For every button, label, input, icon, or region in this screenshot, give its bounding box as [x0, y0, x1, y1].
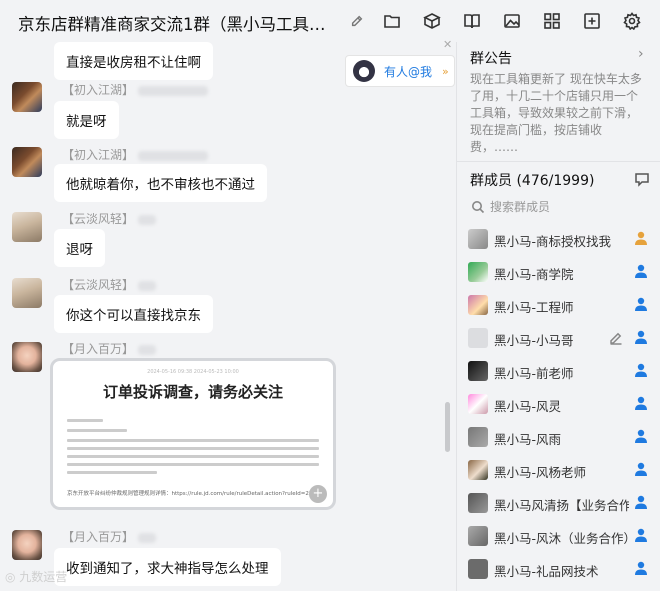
- image-message-card[interactable]: 2024-05-16 09:38 2024-05-23 10:00 订单投诉调查…: [50, 358, 336, 510]
- member-avatar: [468, 559, 488, 579]
- member-search-input[interactable]: [490, 197, 640, 217]
- close-icon[interactable]: ✕: [443, 38, 452, 51]
- edit-icon[interactable]: [346, 10, 368, 32]
- mention-label: 有人@我: [384, 64, 433, 79]
- text-line: [67, 455, 319, 458]
- member-avatar: [468, 262, 488, 282]
- card-meta: 2024-05-16 09:38 2024-05-23 10:00: [147, 369, 239, 375]
- member-row[interactable]: 黑小马-风雨: [457, 421, 660, 453]
- member-avatar: [468, 394, 488, 414]
- avatar[interactable]: [12, 342, 42, 372]
- member-avatar: [468, 328, 488, 348]
- user-role-icon: [633, 362, 649, 378]
- message-sender: 【云淡风轻】: [62, 210, 157, 227]
- message-sender: 【月入百万】: [62, 340, 157, 357]
- chat-title: 京东店群精准商家交流1群（黑小马工具…: [18, 15, 326, 34]
- book-icon[interactable]: [461, 10, 483, 32]
- member-name: 黑小马-商学院: [494, 267, 574, 282]
- image-icon[interactable]: [501, 10, 523, 32]
- user-role-icon: [633, 230, 649, 246]
- message-bubble[interactable]: 你这个可以直接找京东: [54, 295, 213, 333]
- apps-icon[interactable]: [541, 10, 563, 32]
- avatar[interactable]: [12, 278, 42, 308]
- message-bubble[interactable]: 就是呀: [54, 101, 119, 139]
- member-row[interactable]: 黑小马-风灵: [457, 388, 660, 420]
- member-name: 黑小马风清扬【业务合作: [494, 498, 629, 513]
- mention-alert[interactable]: 有人@我 »: [345, 55, 455, 87]
- box-icon[interactable]: [421, 10, 443, 32]
- card-link: 京东开放平台纠纷仲裁规则管理规则详情：https://rule.jd.com/r…: [67, 491, 320, 497]
- text-line: [67, 447, 319, 450]
- member-row[interactable]: 黑小马-工程师: [457, 289, 660, 321]
- user-role-icon: [633, 461, 649, 477]
- text-line: [67, 429, 127, 432]
- member-row[interactable]: 黑小马-礼品网技术: [457, 553, 660, 585]
- chat-scrollbar[interactable]: [445, 402, 450, 452]
- message-sender: 【月入百万】: [62, 528, 157, 545]
- member-row[interactable]: 黑小马-小马哥: [457, 322, 660, 354]
- watermark: ◎ 九数运营: [5, 570, 68, 584]
- message-bubble[interactable]: 他就晾着你，也不审核也不通过: [54, 164, 267, 202]
- text-line: [67, 439, 319, 442]
- edit-icon[interactable]: [609, 331, 623, 345]
- avatar[interactable]: [12, 82, 42, 112]
- user-role-icon: [633, 494, 649, 510]
- member-name: 黑小马-风灵: [494, 399, 562, 414]
- member-name: 黑小马-前老师: [494, 366, 574, 381]
- mention-face-icon: [353, 60, 375, 82]
- notice-text[interactable]: 现在工具箱更新了 现在快车太多了用，十几二十个店铺只用一个工具箱，导致效果较之前…: [470, 71, 648, 156]
- folder-icon[interactable]: [381, 10, 403, 32]
- members-title: 群成员 (476/1999): [470, 173, 595, 189]
- member-avatar: [468, 295, 488, 315]
- message-bubble[interactable]: 退呀: [54, 229, 105, 267]
- member-avatar: [468, 460, 488, 480]
- member-row[interactable]: 黑小马-前老师: [457, 355, 660, 387]
- section-divider: [457, 161, 660, 162]
- user-role-icon: [633, 296, 649, 312]
- member-avatar: [468, 229, 488, 249]
- text-line: [67, 471, 157, 474]
- zoom-in-icon[interactable]: +: [309, 485, 327, 503]
- member-row[interactable]: 黑小马-商学院: [457, 256, 660, 288]
- avatar[interactable]: [12, 147, 42, 177]
- add-square-icon[interactable]: [581, 10, 603, 32]
- user-role-icon: [633, 527, 649, 543]
- window-header: 京东店群精准商家交流1群（黑小马工具…: [0, 0, 660, 42]
- member-name: 黑小马-风沐（业务合作）: [494, 531, 629, 546]
- chat-bubble-icon[interactable]: [634, 171, 650, 187]
- user-role-icon: [633, 560, 649, 576]
- search-icon: [471, 200, 485, 214]
- member-name: 黑小马-风雨: [494, 432, 562, 447]
- avatar[interactable]: [12, 212, 42, 242]
- user-role-icon: [633, 395, 649, 411]
- user-role-icon: [633, 329, 649, 345]
- member-row[interactable]: 黑小马风清扬【业务合作: [457, 487, 660, 519]
- user-role-icon: [633, 263, 649, 279]
- settings-icon[interactable]: [621, 10, 643, 32]
- user-role-icon: [633, 428, 649, 444]
- member-row[interactable]: 黑小马-风沐（业务合作）: [457, 520, 660, 552]
- member-name: 黑小马-工程师: [494, 300, 574, 315]
- message-bubble[interactable]: 直接是收房租不让住啊: [54, 42, 213, 80]
- notice-title: 群公告: [470, 51, 512, 67]
- text-line: [67, 463, 319, 466]
- member-avatar: [468, 427, 488, 447]
- message-sender: 【初入江湖】: [62, 146, 209, 163]
- message-sender: 【初入江湖】: [62, 81, 209, 98]
- member-name: 黑小马-商标授权找我: [494, 234, 612, 249]
- member-name: 黑小马-礼品网技术: [494, 564, 599, 579]
- chevron-up-icon: »: [442, 64, 449, 78]
- member-avatar: [468, 526, 488, 546]
- member-avatar: [468, 361, 488, 381]
- chevron-right-icon[interactable]: ›: [638, 46, 644, 62]
- text-line: [67, 419, 103, 422]
- message-sender: 【云淡风轻】: [62, 276, 157, 293]
- member-row[interactable]: 黑小马-商标授权找我: [457, 223, 660, 255]
- card-title: 订单投诉调查，请务必关注: [102, 383, 283, 401]
- member-row[interactable]: 黑小马-风杨老师: [457, 454, 660, 486]
- avatar[interactable]: [12, 530, 42, 560]
- member-avatar: [468, 493, 488, 513]
- message-bubble[interactable]: 收到通知了，求大神指导怎么处理: [54, 548, 281, 586]
- member-name: 黑小马-风杨老师: [494, 465, 587, 480]
